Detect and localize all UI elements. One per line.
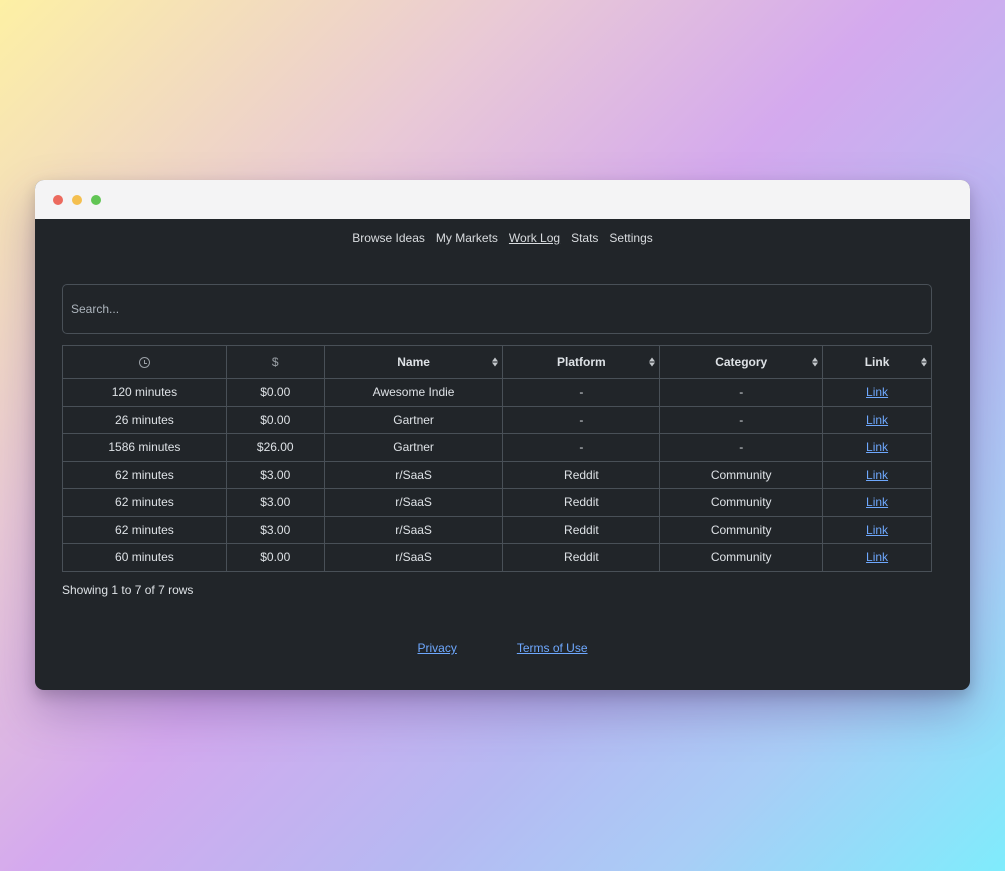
table-header-row: $ Name Platform Category Link bbox=[62, 345, 932, 379]
cell-category: Community bbox=[659, 488, 824, 517]
column-header-time[interactable] bbox=[62, 345, 227, 379]
cell-link: Link bbox=[822, 543, 932, 572]
cell-category: - bbox=[659, 433, 824, 462]
cell-time: 62 minutes bbox=[62, 460, 227, 489]
window-titlebar bbox=[35, 180, 970, 219]
table-row: 62 minutes $3.00 r/SaaS Reddit Community… bbox=[62, 515, 932, 544]
cell-name: Gartner bbox=[323, 405, 504, 434]
column-header-category[interactable]: Category bbox=[659, 345, 824, 379]
cell-cost: $0.00 bbox=[225, 378, 325, 407]
table-row: 62 minutes $3.00 r/SaaS Reddit Community… bbox=[62, 488, 932, 517]
sort-icon[interactable] bbox=[921, 357, 927, 367]
app-window: Browse Ideas My Markets Work Log Stats S… bbox=[35, 180, 970, 690]
cell-platform: Reddit bbox=[502, 543, 661, 572]
row-link[interactable]: Link bbox=[866, 413, 888, 427]
table-row: 26 minutes $0.00 Gartner - - Link bbox=[62, 405, 932, 434]
row-link[interactable]: Link bbox=[866, 385, 888, 399]
cell-cost: $0.00 bbox=[225, 543, 325, 572]
cell-link: Link bbox=[822, 405, 932, 434]
search-input[interactable] bbox=[62, 284, 932, 334]
cell-platform: Reddit bbox=[502, 488, 661, 517]
maximize-window-button[interactable] bbox=[91, 195, 101, 205]
cell-category: Community bbox=[659, 460, 824, 489]
close-window-button[interactable] bbox=[53, 195, 63, 205]
cell-platform: - bbox=[502, 433, 661, 462]
cell-name: r/SaaS bbox=[323, 488, 504, 517]
cell-link: Link bbox=[822, 460, 932, 489]
nav-browse-ideas[interactable]: Browse Ideas bbox=[352, 231, 425, 245]
nav-my-markets[interactable]: My Markets bbox=[436, 231, 498, 245]
cell-cost: $26.00 bbox=[225, 433, 325, 462]
row-link[interactable]: Link bbox=[866, 440, 888, 454]
cell-name: r/SaaS bbox=[323, 515, 504, 544]
row-link[interactable]: Link bbox=[866, 523, 888, 537]
column-header-platform[interactable]: Platform bbox=[502, 345, 661, 379]
cell-time: 62 minutes bbox=[62, 488, 227, 517]
cell-category: - bbox=[659, 405, 824, 434]
cell-name: Awesome Indie bbox=[323, 378, 504, 407]
column-header-name[interactable]: Name bbox=[323, 345, 504, 379]
cell-name: Gartner bbox=[323, 433, 504, 462]
cell-cost: $0.00 bbox=[225, 405, 325, 434]
table-row: 120 minutes $0.00 Awesome Indie - - Link bbox=[62, 378, 932, 407]
privacy-link[interactable]: Privacy bbox=[417, 641, 456, 655]
table-row: 1586 minutes $26.00 Gartner - - Link bbox=[62, 433, 932, 462]
main-nav: Browse Ideas My Markets Work Log Stats S… bbox=[35, 231, 970, 245]
cell-category: Community bbox=[659, 515, 824, 544]
table-row: 62 minutes $3.00 r/SaaS Reddit Community… bbox=[62, 460, 932, 489]
footer: Privacy Terms of Use bbox=[35, 641, 970, 655]
row-link[interactable]: Link bbox=[866, 550, 888, 564]
cell-platform: Reddit bbox=[502, 460, 661, 489]
table-row: 60 minutes $0.00 r/SaaS Reddit Community… bbox=[62, 543, 932, 572]
row-link[interactable]: Link bbox=[866, 495, 888, 509]
row-link[interactable]: Link bbox=[866, 468, 888, 482]
cell-name: r/SaaS bbox=[323, 460, 504, 489]
cell-platform: - bbox=[502, 405, 661, 434]
link-header-label: Link bbox=[864, 355, 890, 369]
sort-icon[interactable] bbox=[649, 357, 656, 367]
cell-name: r/SaaS bbox=[323, 543, 504, 572]
nav-work-log[interactable]: Work Log bbox=[509, 231, 560, 245]
cell-time: 62 minutes bbox=[62, 515, 227, 544]
cell-category: Community bbox=[659, 543, 824, 572]
column-header-link[interactable]: Link bbox=[822, 345, 932, 379]
cell-time: 1586 minutes bbox=[62, 433, 227, 462]
column-header-cost[interactable]: $ bbox=[225, 345, 325, 379]
cell-time: 120 minutes bbox=[62, 378, 227, 407]
clock-icon bbox=[138, 357, 150, 369]
work-log-table: $ Name Platform Category Link 120 minute… bbox=[62, 345, 932, 572]
nav-settings[interactable]: Settings bbox=[609, 231, 652, 245]
minimize-window-button[interactable] bbox=[72, 195, 82, 205]
cell-link: Link bbox=[822, 488, 932, 517]
sort-icon[interactable] bbox=[492, 357, 499, 367]
cell-category: - bbox=[659, 378, 824, 407]
cell-cost: $3.00 bbox=[225, 488, 325, 517]
cell-link: Link bbox=[822, 515, 932, 544]
terms-of-use-link[interactable]: Terms of Use bbox=[517, 641, 588, 655]
platform-header-label: Platform bbox=[557, 355, 606, 369]
nav-stats[interactable]: Stats bbox=[571, 231, 598, 245]
category-header-label: Category bbox=[715, 355, 768, 369]
cell-platform: Reddit bbox=[502, 515, 661, 544]
name-header-label: Name bbox=[397, 355, 430, 369]
sort-icon[interactable] bbox=[812, 357, 819, 367]
cell-link: Link bbox=[822, 378, 932, 407]
cell-time: 26 minutes bbox=[62, 405, 227, 434]
cell-cost: $3.00 bbox=[225, 460, 325, 489]
pagination-summary: Showing 1 to 7 of 7 rows bbox=[62, 583, 194, 597]
cell-time: 60 minutes bbox=[62, 543, 227, 572]
cell-platform: - bbox=[502, 378, 661, 407]
cell-link: Link bbox=[822, 433, 932, 462]
dollar-header-label: $ bbox=[271, 355, 279, 369]
cell-cost: $3.00 bbox=[225, 515, 325, 544]
